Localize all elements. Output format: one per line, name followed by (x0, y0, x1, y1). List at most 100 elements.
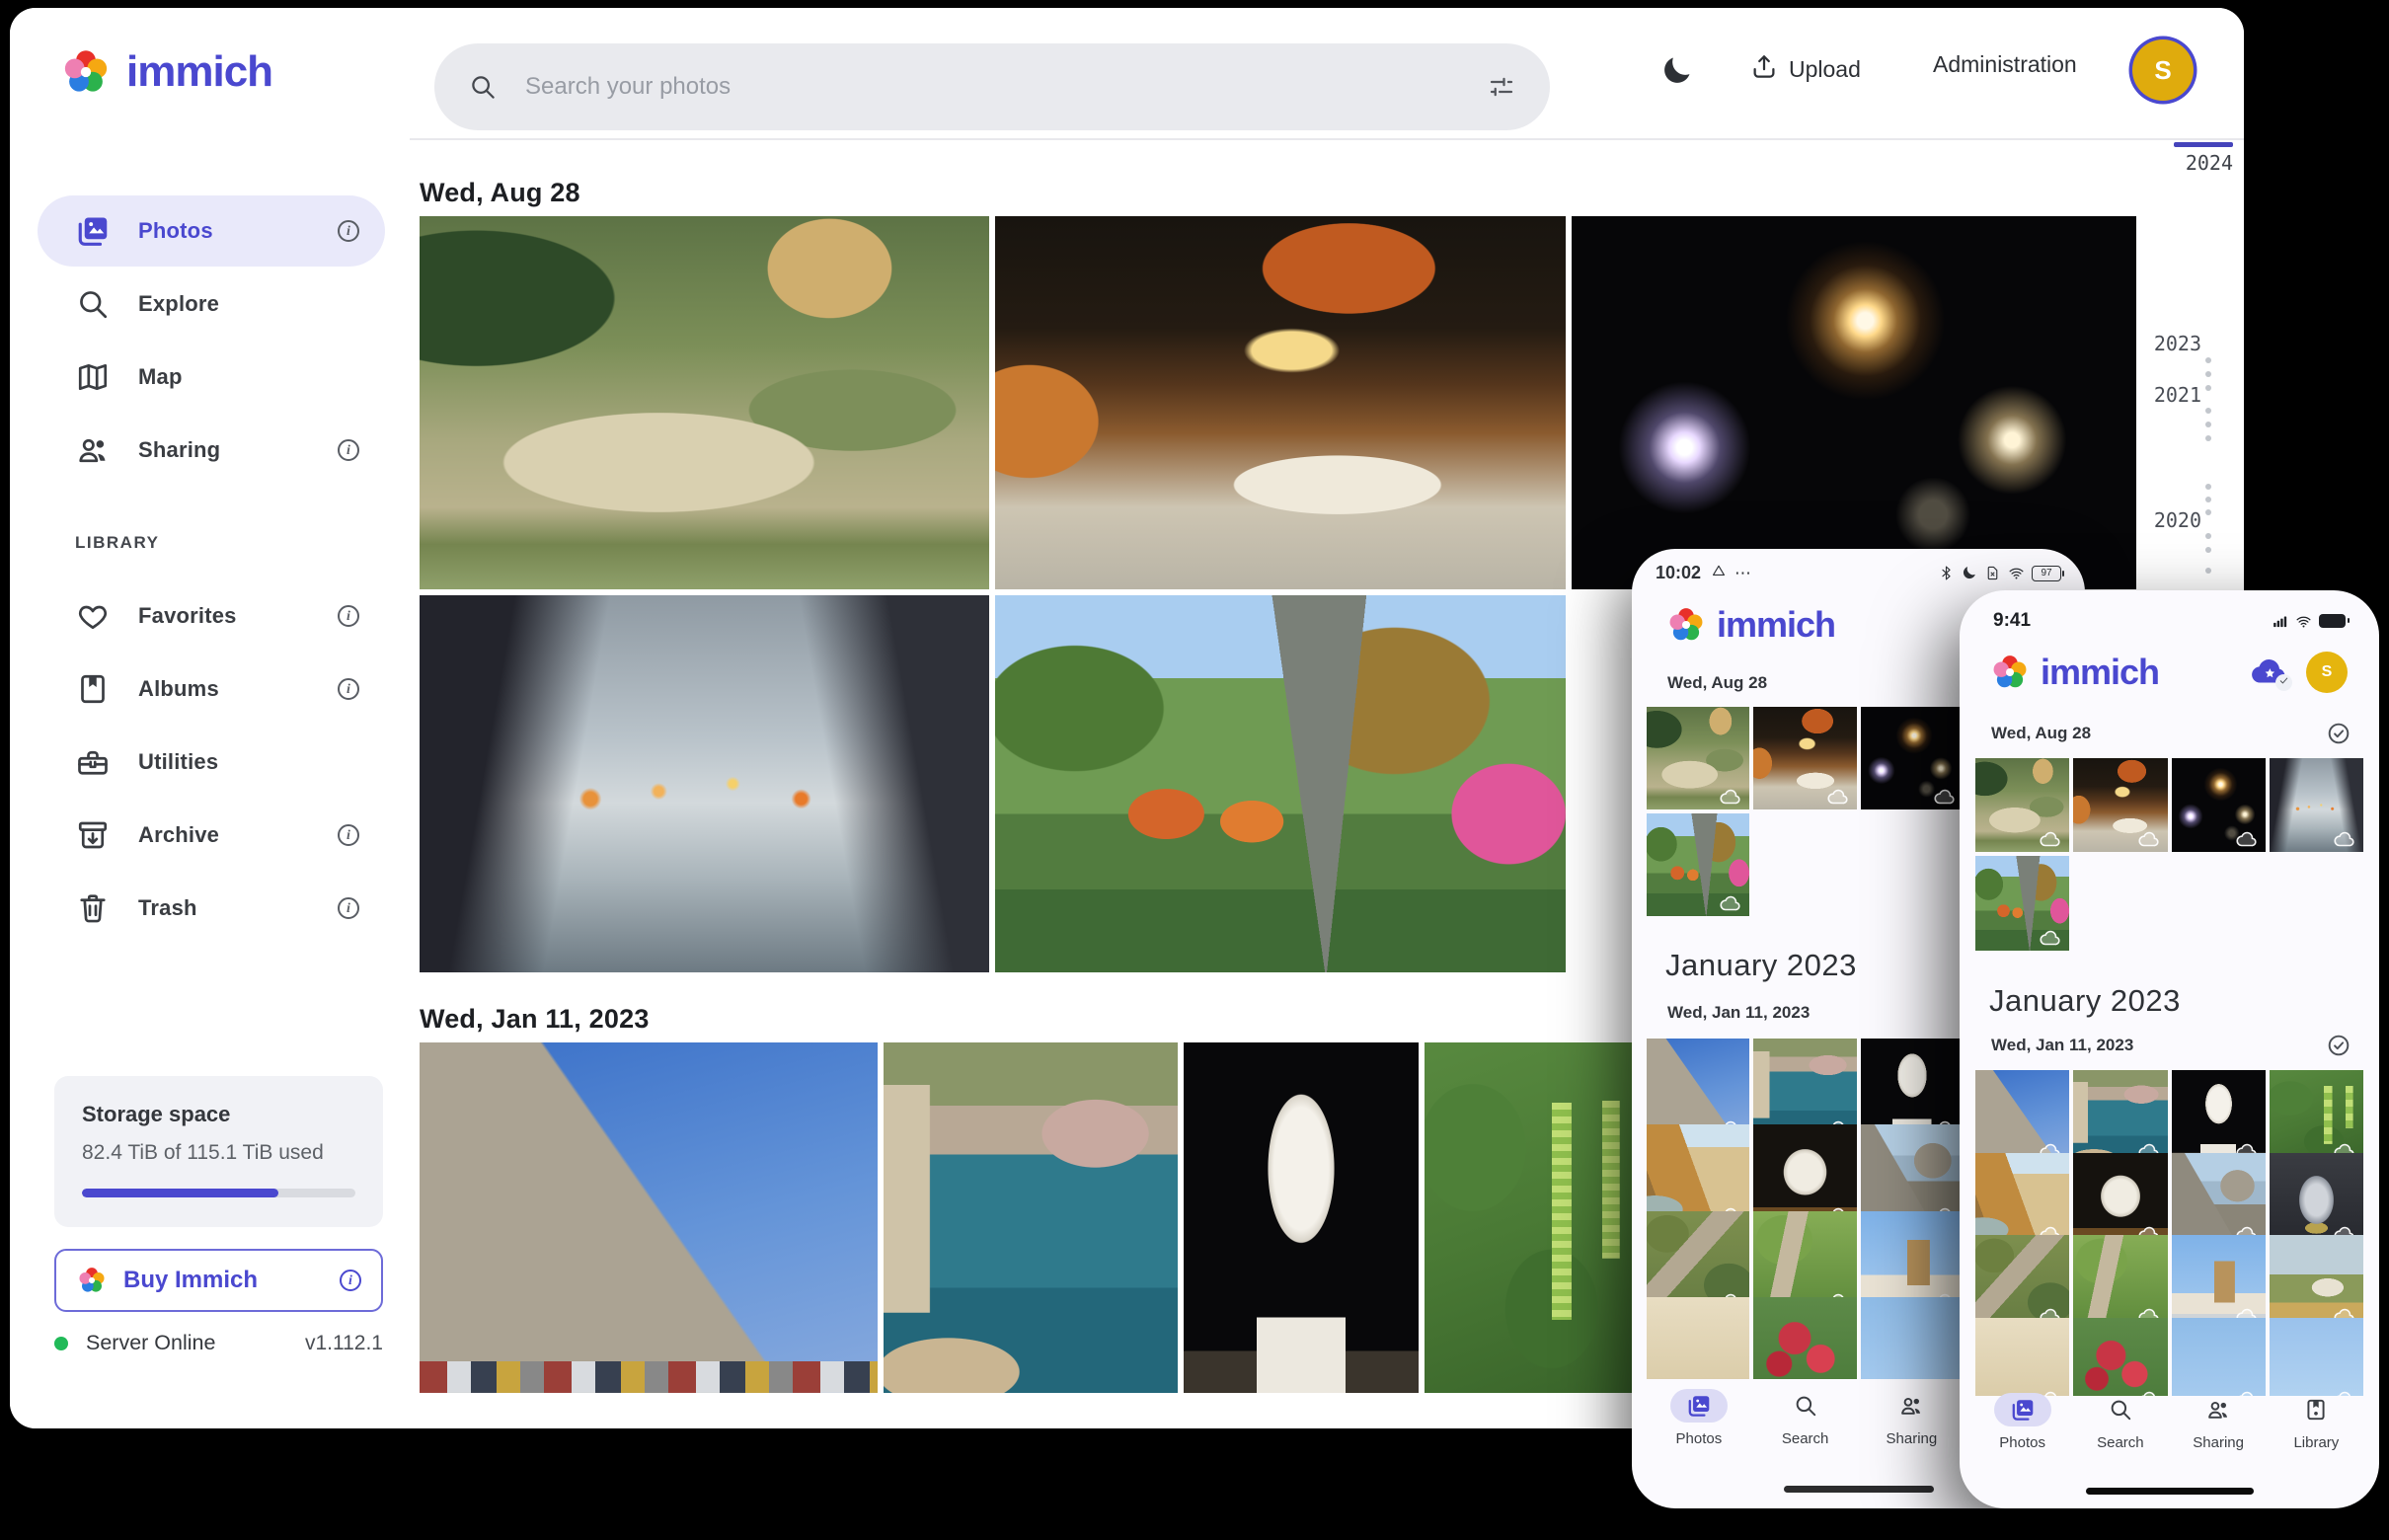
photo-sculpture2[interactable] (2073, 1153, 2167, 1247)
info-icon[interactable]: i (338, 678, 359, 700)
scrubber-tick (2205, 408, 2211, 414)
photo-fireworks[interactable] (2172, 758, 2266, 852)
info-icon[interactable]: i (338, 605, 359, 627)
search-filters-icon[interactable] (1487, 72, 1516, 102)
app-logo[interactable]: immich (59, 45, 272, 99)
status-time: 9:41 (1993, 610, 2031, 632)
sidebar-item-archive[interactable]: Archivei (38, 800, 385, 871)
tab-sharing[interactable]: Sharing (2170, 1393, 2268, 1451)
photo-coast[interactable] (2073, 1070, 2167, 1164)
info-icon[interactable]: i (338, 897, 359, 919)
select-all-check-icon[interactable] (2326, 721, 2351, 746)
buy-immich-label: Buy Immich (123, 1267, 258, 1294)
photo-coast[interactable] (884, 1042, 1178, 1393)
sidebar-item-sharing[interactable]: Sharingi (38, 415, 385, 486)
photo-bust[interactable] (1184, 1042, 1419, 1393)
photo-berries[interactable] (2270, 1070, 2363, 1164)
search-input[interactable] (523, 72, 1487, 102)
photo-monkeys[interactable] (1647, 707, 1749, 809)
search-bar[interactable] (434, 43, 1550, 130)
photo-dinner[interactable] (995, 216, 1566, 589)
photo-flowersred[interactable] (2073, 1318, 2167, 1397)
sidebar-item-label: Utilities (138, 749, 218, 775)
photo-castle[interactable] (420, 1042, 878, 1393)
tab-photos[interactable]: Photos (1646, 1389, 1752, 1447)
photo-monkeys[interactable] (420, 216, 989, 589)
photo-autumn[interactable] (1975, 856, 2069, 950)
photo-lizard1[interactable] (1975, 1235, 2069, 1329)
app-logo: immich (1665, 604, 1835, 646)
photo-lizard2[interactable] (2073, 1235, 2167, 1329)
photos-icon (1994, 1393, 2051, 1426)
scrubber-tick (2205, 357, 2211, 363)
photo-dinner[interactable] (2073, 758, 2167, 852)
tab-label: Library (2293, 1434, 2339, 1451)
home-indicator[interactable] (1784, 1486, 1934, 1493)
tab-photos[interactable]: Photos (1973, 1393, 2071, 1451)
scrubber-tick (2205, 371, 2211, 377)
photo-farmhouse[interactable] (2270, 1235, 2363, 1329)
select-all-check-icon[interactable] (2326, 1033, 2351, 1058)
photo-ruins[interactable] (2172, 1153, 2266, 1247)
photo-monkeys[interactable] (1975, 758, 2069, 852)
tab-library[interactable]: Library (2268, 1393, 2365, 1451)
sidebar-item-favorites[interactable]: Favoritesi (38, 580, 385, 652)
info-icon[interactable]: i (340, 1270, 361, 1291)
administration-label: Administration (1933, 51, 2077, 78)
photo-hands[interactable] (420, 595, 989, 972)
photo-grid (1975, 758, 2363, 956)
sidebar-item-albums[interactable]: Albumsi (38, 654, 385, 725)
photo-sky1[interactable] (2172, 1318, 2266, 1397)
photo-silver[interactable] (2270, 1153, 2363, 1247)
status-time: 10:02 (1656, 563, 1701, 583)
server-version: v1.112.1 (305, 1332, 383, 1355)
photo-fireworks[interactable] (1861, 707, 1964, 809)
scrubber-tick (2205, 497, 2211, 502)
sidebar-item-label: Trash (138, 895, 197, 921)
home-indicator[interactable] (2086, 1488, 2254, 1495)
cloud-backup-icon (2039, 830, 2062, 847)
theme-toggle-button[interactable] (1660, 51, 1704, 95)
info-icon[interactable]: i (338, 220, 359, 242)
photo-flowersred[interactable] (1753, 1297, 1856, 1379)
backup-cloud-icon[interactable] (2249, 652, 2290, 693)
info-icon[interactable]: i (338, 824, 359, 846)
sidebar-item-trash[interactable]: Trash i (38, 873, 385, 944)
tab-label: Photos (1999, 1434, 2045, 1451)
server-status-row: Server Online v1.112.1 (54, 1331, 383, 1355)
user-avatar[interactable]: S (2132, 39, 2194, 101)
photo-autumn[interactable] (995, 595, 1566, 972)
app-wordmark: immich (2041, 652, 2159, 693)
photo-castle[interactable] (1975, 1070, 2069, 1164)
photo-berries[interactable] (1425, 1042, 1644, 1393)
info-icon[interactable]: i (338, 439, 359, 461)
sidebar-item-utilities[interactable]: Utilities (38, 727, 385, 798)
tab-search[interactable]: Search (2071, 1393, 2169, 1451)
upload-button[interactable]: Upload (1749, 51, 1861, 87)
upload-label: Upload (1789, 56, 1861, 83)
user-avatar[interactable]: S (2306, 652, 2348, 693)
photo-autumn[interactable] (1647, 813, 1749, 916)
cloud-backup-icon (2333, 830, 2356, 847)
photo-sand[interactable] (1975, 1318, 2069, 1397)
photo-row (420, 216, 2136, 589)
buy-immich-button[interactable]: Buy Immich i (54, 1249, 383, 1312)
library-section-label: LIBRARY (75, 533, 410, 553)
sidebar-item-map[interactable]: Map (38, 342, 385, 413)
photo-sand[interactable] (1647, 1297, 1749, 1379)
photo-fireworks[interactable] (1572, 216, 2136, 589)
sidebar-item-photos[interactable]: Photosi (38, 195, 385, 267)
sidebar-item-explore[interactable]: Explore (38, 269, 385, 340)
photo-bust[interactable] (2172, 1070, 2266, 1164)
date-header: Wed, Jan 11, 2023 (1991, 1033, 2351, 1058)
photo-sky2[interactable] (2270, 1318, 2363, 1397)
photo-hands[interactable] (2270, 758, 2363, 852)
photo-church[interactable] (2172, 1235, 2266, 1329)
photo-sky1[interactable] (1861, 1297, 1964, 1379)
photo-dinner[interactable] (1753, 707, 1856, 809)
photo-cliff[interactable] (1975, 1153, 2069, 1247)
tab-sharing[interactable]: Sharing (1859, 1389, 1965, 1447)
administration-link[interactable]: Administration (1933, 51, 2077, 78)
tab-search[interactable]: Search (1752, 1389, 1859, 1447)
scrubber-tick (2205, 568, 2211, 574)
